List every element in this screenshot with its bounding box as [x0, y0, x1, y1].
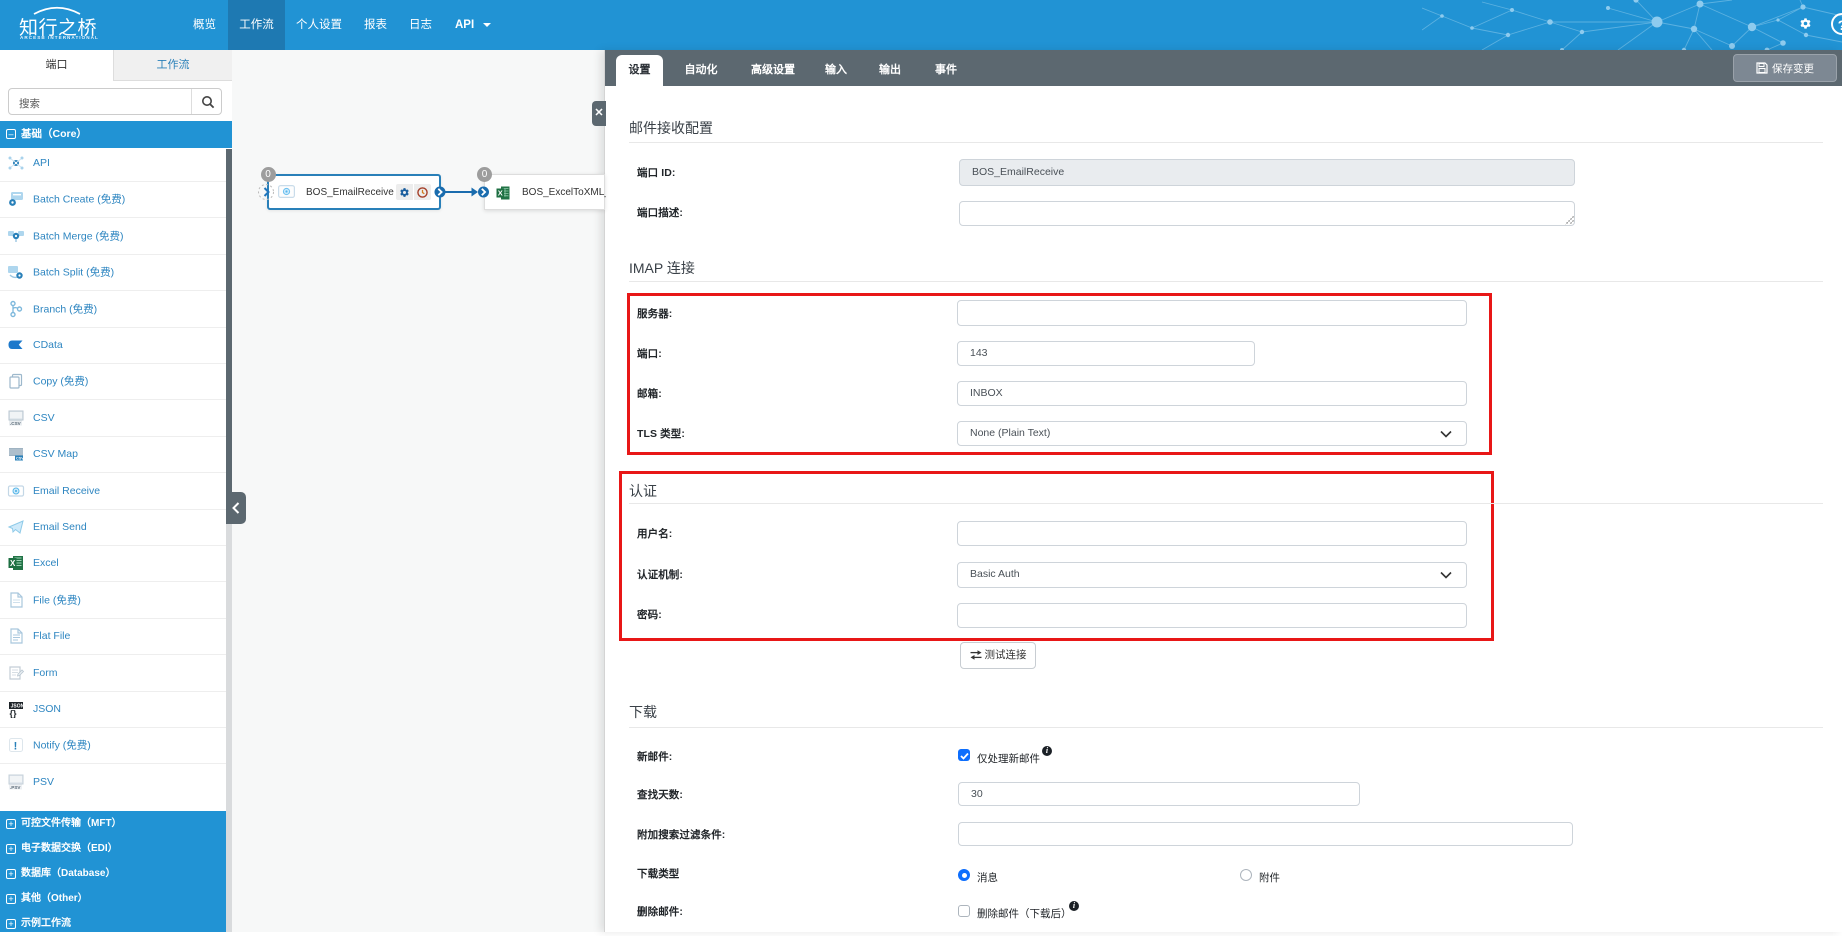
svg-text:X: X [10, 559, 16, 568]
svg-text:.PSV: .PSV [10, 785, 21, 790]
svg-text:X: X [498, 188, 503, 197]
svg-text:CSV: CSV [16, 457, 24, 461]
svg-text:{}: {} [10, 709, 18, 719]
svg-text:!: ! [14, 741, 18, 753]
svg-text:.CSV: .CSV [10, 421, 22, 426]
